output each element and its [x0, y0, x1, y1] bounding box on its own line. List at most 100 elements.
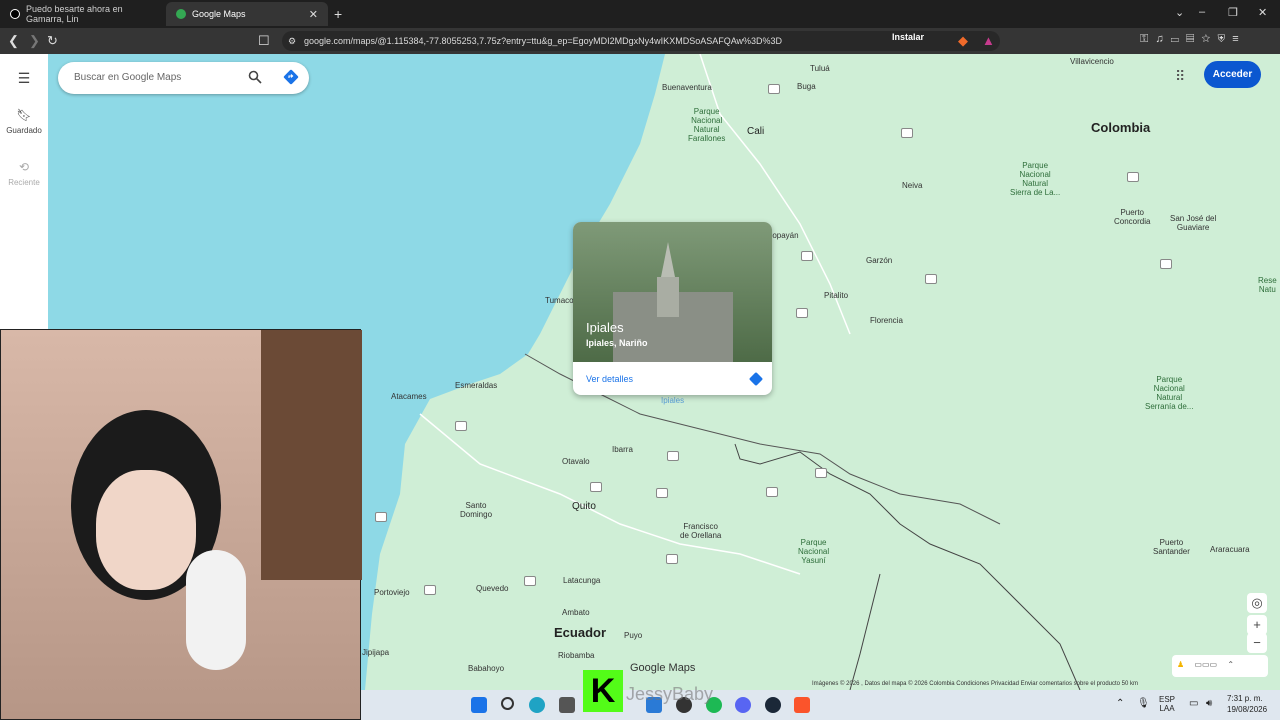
- google-maps-logo: Google Maps: [630, 662, 696, 674]
- directions-icon[interactable]: [283, 69, 299, 85]
- network-icon[interactable]: ▭: [1189, 698, 1198, 709]
- label-francisco-de-orellana: Francisco de Orellana: [680, 522, 722, 540]
- label-otavalo: Otavalo: [562, 457, 590, 466]
- windows-taskbar: ⌃ 🎙︎ ESP LAA ▭ 🔊︎ 7:31 p. m. 19/08/2026: [361, 690, 1280, 720]
- extension-icons[interactable]: ⚿♫▭▤☆⛨≡: [1140, 33, 1246, 46]
- tab-tiktok[interactable]: Puedo besarte ahora en Gamarra, Lin: [0, 2, 165, 26]
- label-tumaco: Tumaco: [545, 296, 574, 305]
- zoom-out-button[interactable]: −: [1247, 633, 1267, 653]
- tab-title: Google Maps: [192, 9, 246, 19]
- recent-button[interactable]: ⟲ Reciente: [0, 160, 48, 187]
- maximize-button[interactable]: ❐: [1228, 6, 1238, 19]
- streamer-watermark: JessyBaby: [626, 684, 714, 704]
- brave-rewards-icon[interactable]: ▲: [982, 33, 995, 48]
- label-puyo: Puyo: [624, 631, 643, 640]
- url-text: google.com/maps/@1.115384,-77.8055253,7.…: [304, 36, 783, 46]
- browser-tab-bar: Puedo besarte ahora en Gamarra, Lin Goog…: [0, 0, 1280, 28]
- search-input[interactable]: Buscar en Google Maps: [74, 72, 181, 83]
- label-park-sierra: Parque Nacional Natural Sierra de La...: [1010, 161, 1061, 197]
- label-puerto-concordia: Puerto Concordia: [1114, 208, 1151, 226]
- road-shield: [455, 421, 467, 431]
- tiktok-icon: [10, 9, 20, 19]
- bookmark-page-icon[interactable]: ☐: [258, 33, 270, 49]
- label-florencia: Florencia: [870, 316, 903, 325]
- forward-button[interactable]: ❯: [29, 33, 40, 49]
- tray-chevron-icon[interactable]: ⌃: [1116, 698, 1124, 709]
- windows-start-icon[interactable]: [471, 697, 487, 713]
- address-bar-row: ❮ ❯ ↻ ☐ ⚙ google.com/maps/@1.115384,-77.…: [0, 28, 1280, 54]
- clock-time[interactable]: 7:31 p. m.: [1227, 694, 1263, 703]
- store-icon[interactable]: [559, 697, 575, 713]
- road-shield: [524, 576, 536, 586]
- new-tab-button[interactable]: +: [334, 6, 342, 22]
- label-puerto-santander: Puerto Santander: [1153, 538, 1190, 556]
- label-araracuara: Araracuara: [1210, 545, 1250, 554]
- label-pitalito: Pitalito: [824, 291, 849, 300]
- label-quito: Quito: [572, 501, 596, 512]
- mic-tray-icon[interactable]: 🎙︎: [1137, 698, 1150, 709]
- road-shield: [901, 128, 913, 138]
- brave-shields-icon[interactable]: ◆: [958, 33, 968, 49]
- zoom-in-button[interactable]: +: [1247, 615, 1267, 635]
- road-shield: [667, 451, 679, 461]
- layers-control[interactable]: ♟ ▭▭▭ ⌃: [1172, 655, 1268, 677]
- sign-in-button[interactable]: Acceder: [1204, 61, 1261, 88]
- shelf: [261, 330, 362, 580]
- apps-grid-icon[interactable]: ⠿: [1175, 68, 1185, 85]
- volume-icon[interactable]: 🔊︎: [1206, 698, 1212, 709]
- discord-icon[interactable]: [735, 697, 751, 713]
- tab-title: Puedo besarte ahora en Gamarra, Lin: [26, 4, 123, 24]
- label-neiva: Neiva: [902, 181, 923, 190]
- tab-list-icon[interactable]: ⌄: [1175, 6, 1184, 19]
- label-villavicencio: Villavicencio: [1070, 57, 1114, 66]
- layers-thumbnails[interactable]: ▭▭▭: [1194, 660, 1217, 669]
- close-window-button[interactable]: ✕: [1258, 6, 1267, 19]
- tab-google-maps[interactable]: Google Maps ✕: [166, 2, 328, 26]
- my-location-button[interactable]: ◎: [1247, 593, 1267, 613]
- place-card[interactable]: Ipiales Ipiales, Nariño Ver detalles: [573, 222, 772, 395]
- search-icon[interactable]: [501, 697, 514, 710]
- label-latacunga: Latacunga: [563, 576, 601, 585]
- label-park-farallones: Parque Nacional Natural Farallones: [688, 107, 726, 143]
- edge-icon[interactable]: [529, 697, 545, 713]
- label-park-yasuni: Parque Nacional Yasuní: [798, 538, 830, 565]
- site-info-icon[interactable]: ⚙: [288, 31, 296, 51]
- reload-button[interactable]: ↻: [47, 33, 58, 49]
- road-shield: [815, 468, 827, 478]
- brave-icon[interactable]: [794, 697, 810, 713]
- install-app-button[interactable]: Instalar: [892, 32, 924, 42]
- label-cali: Cali: [747, 126, 765, 137]
- directions-icon[interactable]: [749, 372, 763, 386]
- road-shield: [1127, 172, 1139, 182]
- steam-icon[interactable]: [765, 697, 781, 713]
- road-shield: [666, 554, 678, 564]
- back-button[interactable]: ❮: [8, 33, 19, 49]
- label-tulua: Tuluá: [810, 64, 830, 73]
- label-ipiales-pin: Ipiales: [661, 396, 685, 405]
- road-shield: [766, 487, 778, 497]
- label-atacames: Atacames: [391, 392, 427, 401]
- history-icon: ⟲: [18, 160, 30, 174]
- clock-date[interactable]: 19/08/2026: [1227, 705, 1267, 714]
- webcam-overlay: [0, 329, 362, 720]
- label-reserva: Rese Natu: [1258, 276, 1277, 294]
- recent-label: Reciente: [8, 178, 40, 187]
- expand-icon[interactable]: ⌃: [1227, 660, 1234, 669]
- close-tab-icon[interactable]: ✕: [309, 8, 318, 21]
- language-indicator[interactable]: ESP LAA: [1159, 695, 1175, 713]
- maps-search-box[interactable]: Buscar en Google Maps: [58, 62, 309, 94]
- search-icon[interactable]: [248, 70, 262, 84]
- label-portoviejo: Portoviejo: [374, 588, 410, 597]
- place-photo[interactable]: Ipiales Ipiales, Nariño: [573, 222, 772, 362]
- minimize-button[interactable]: –: [1199, 6, 1205, 18]
- saved-button[interactable]: 🔖︎ Guardado: [0, 108, 48, 135]
- label-park-chiribiquete: Parque Nacional Natural Serranía de...: [1145, 375, 1194, 411]
- menu-button[interactable]: ☰: [0, 70, 48, 87]
- road-shield: [1160, 259, 1172, 269]
- pegman-icon[interactable]: ♟: [1177, 660, 1184, 669]
- kick-logo: K: [583, 670, 623, 712]
- place-title: Ipiales: [586, 320, 624, 335]
- maps-pin-icon: [176, 9, 186, 19]
- view-details-link[interactable]: Ver detalles: [586, 374, 633, 384]
- label-ambato: Ambato: [562, 608, 590, 617]
